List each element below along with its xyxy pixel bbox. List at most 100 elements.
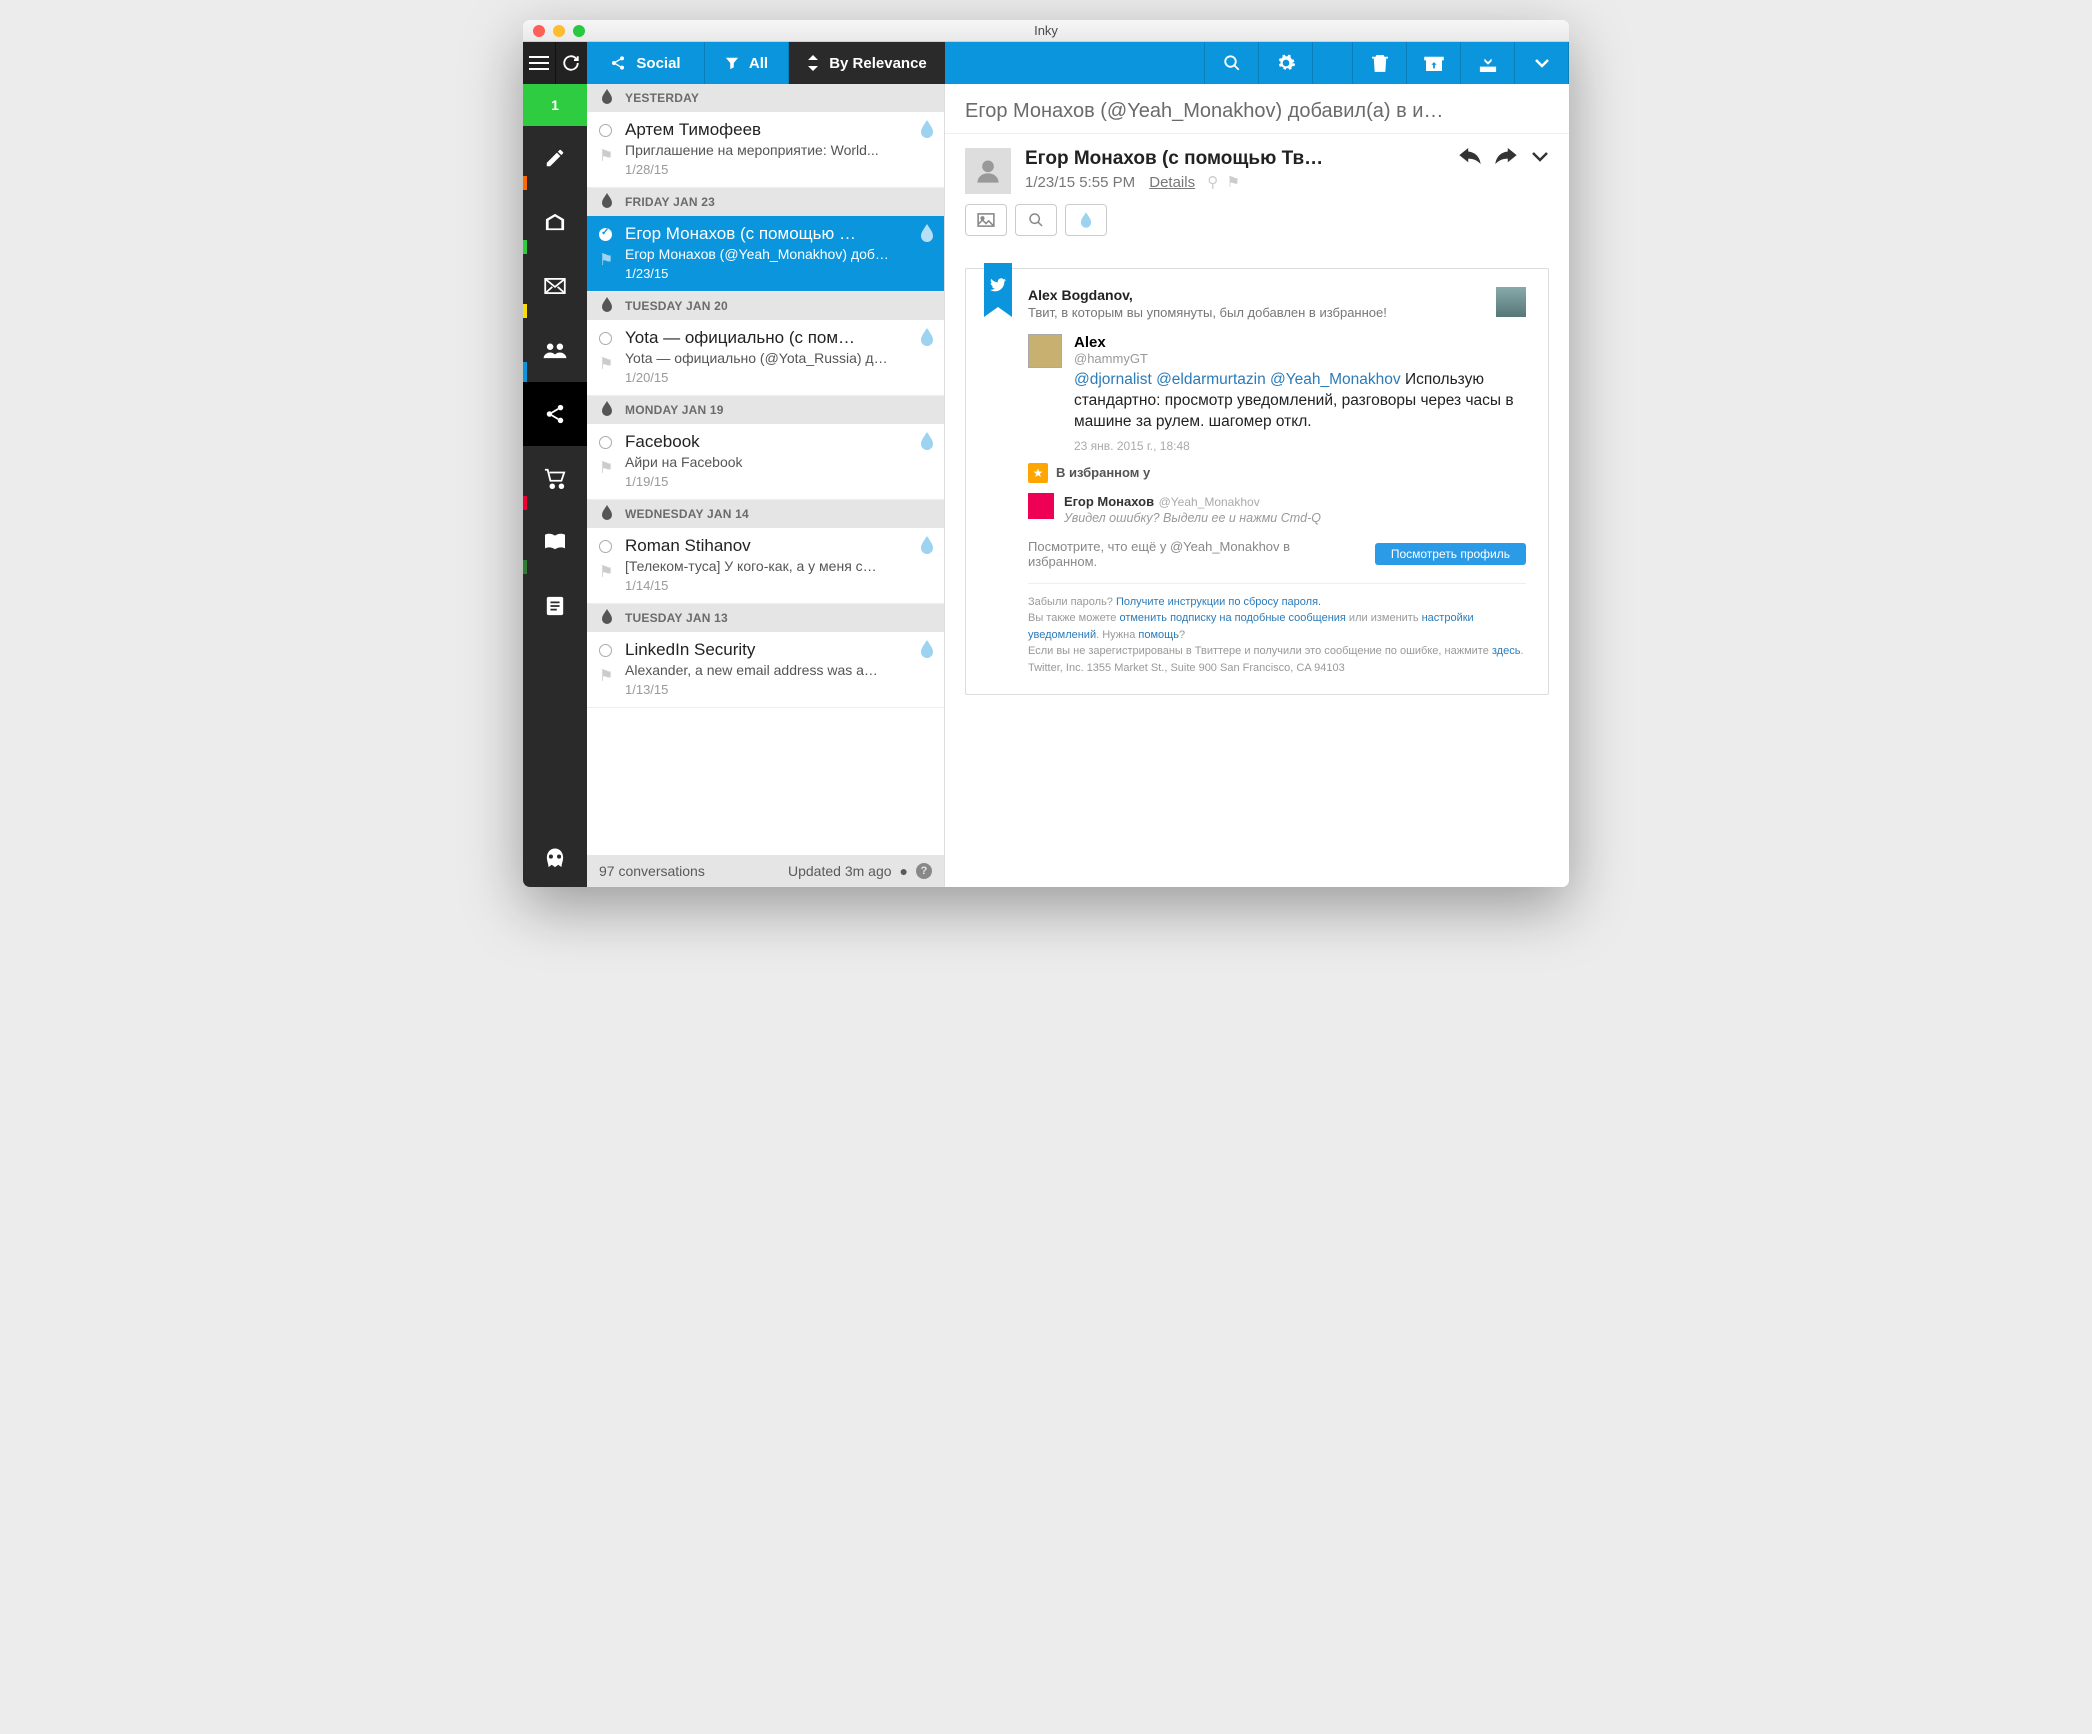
flag-icon[interactable]: ⚑ (599, 458, 613, 478)
message-subject: Yota — официально (@Yota_Russia) д… (625, 350, 932, 366)
reader-from: Егор Монахов (с помощью Тв… (1025, 148, 1445, 170)
message-date: 1/13/15 (625, 682, 932, 697)
expand-button[interactable] (1531, 151, 1549, 162)
view-profile-button[interactable]: Посмотреть профиль (1375, 543, 1526, 565)
close-window-button[interactable] (533, 25, 545, 37)
message-from: LinkedIn Security (625, 640, 932, 660)
tweet-text: @djornalist @eldarmurtazin @Yeah_Monakho… (1074, 370, 1526, 433)
select-circle[interactable] (599, 228, 612, 241)
drop-icon (920, 120, 934, 138)
category-social-button[interactable]: Social (587, 42, 705, 84)
zoom-window-button[interactable] (573, 25, 585, 37)
shopping-button[interactable] (523, 446, 587, 510)
unsubscribe-link[interactable]: отменить подписку на подобные сообщения (1119, 612, 1345, 624)
faver-handle: @Yeah_Monakhov (1159, 495, 1260, 509)
flag-icon[interactable]: ⚑ (1226, 174, 1239, 191)
reply-button[interactable] (1459, 148, 1481, 164)
download-button[interactable] (1461, 42, 1515, 84)
refresh-button[interactable] (555, 42, 588, 84)
reader-subject: Егор Монахов (@Yeah_Monakhov) добавил(а)… (945, 84, 1569, 134)
message-subject: Егор Монахов (@Yeah_Monakhov) доб… (625, 246, 932, 262)
last-updated: Updated 3m ago (788, 863, 892, 879)
message-from: Егор Монахов (с помощью … (625, 224, 932, 244)
compose-button[interactable] (523, 126, 587, 190)
select-circle[interactable] (599, 124, 612, 137)
flag-icon[interactable]: ⚑ (599, 354, 613, 374)
message-date: 1/19/15 (625, 474, 932, 489)
not-my-account-link[interactable]: здесь (1492, 645, 1521, 657)
message-item[interactable]: ⚑ LinkedIn Security Alexander, a new email… (587, 632, 944, 708)
sidebar-rail: 1 (523, 42, 587, 887)
message-subject: Айри на Facebook (625, 454, 932, 470)
reader-pane: Егор Монахов (@Yeah_Monakhov) добавил(а)… (945, 84, 1569, 887)
mail-button[interactable] (523, 254, 587, 318)
relevance-button[interactable] (1065, 204, 1107, 236)
message-from: Артем Тимофеев (625, 120, 932, 140)
flag-icon[interactable]: ⚑ (599, 146, 613, 166)
favorited-by-label: В избранном у (1056, 465, 1150, 480)
images-toggle-button[interactable] (965, 204, 1007, 236)
help-icon[interactable]: ? (916, 863, 932, 879)
list-date-header: FRIDAY JAN 23 (587, 188, 944, 216)
reading-button[interactable] (523, 510, 587, 574)
select-circle[interactable] (599, 644, 612, 657)
message-item[interactable]: ⚑ Артем Тимофеев Приглашение на мероприяти… (587, 112, 944, 188)
pin-icon[interactable]: ⚲ (1207, 174, 1218, 191)
message-list: YESTERDAY ⚑ Артем Тимофеев Приглашение на м… (587, 84, 945, 887)
forward-button[interactable] (1495, 148, 1517, 164)
minimize-window-button[interactable] (553, 25, 565, 37)
list-date-header: YESTERDAY (587, 84, 944, 112)
sender-avatar (965, 148, 1011, 194)
flag-icon[interactable]: ⚑ (599, 666, 613, 686)
more-button[interactable] (1515, 42, 1569, 84)
message-from: Roman Stihanov (625, 536, 932, 556)
titlebar: Inky (523, 20, 1569, 42)
inbox-button[interactable] (523, 190, 587, 254)
select-circle[interactable] (599, 540, 612, 553)
drop-icon (920, 640, 934, 658)
inky-logo-button[interactable] (523, 831, 587, 887)
card-avatar (1496, 287, 1526, 317)
message-subject: Alexander, a new email address was a… (625, 662, 932, 678)
app-window: Inky 1 (523, 20, 1569, 887)
archive-up-button[interactable] (1407, 42, 1461, 84)
filter-all-button[interactable]: All (705, 42, 789, 84)
tweet-author: Alex (1074, 334, 1526, 351)
card-recipient: Alex Bogdanov, (1028, 287, 1387, 303)
tweet-author-avatar (1028, 334, 1062, 368)
faver-avatar (1028, 493, 1054, 519)
delete-button[interactable] (1353, 42, 1407, 84)
social-button[interactable] (523, 382, 587, 446)
drop-icon (920, 224, 934, 242)
search-button[interactable] (1205, 42, 1259, 84)
message-date: 1/28/15 (625, 162, 932, 177)
contacts-button[interactable] (523, 318, 587, 382)
message-item[interactable]: ⚑Yota — официально (с пом…Yota — официал… (587, 320, 944, 396)
menu-button[interactable] (523, 42, 555, 84)
message-item[interactable]: ⚑Roman Stihanov[Телеком-туса] У кого-как… (587, 528, 944, 604)
filter-label: All (749, 55, 768, 72)
unread-badge[interactable]: 1 (523, 84, 587, 126)
sort-button[interactable]: By Relevance (789, 42, 945, 84)
conversation-count: 97 conversations (599, 863, 705, 879)
drop-icon (920, 328, 934, 346)
select-circle[interactable] (599, 332, 612, 345)
reset-password-link[interactable]: Получите инструкции по сбросу пароля. (1116, 596, 1321, 608)
list-date-header: WEDNESDAY JAN 14 (587, 500, 944, 528)
flag-icon[interactable]: ⚑ (599, 250, 613, 270)
tweet-date: 23 янв. 2015 г., 18:48 (1074, 439, 1526, 453)
details-link[interactable]: Details (1149, 174, 1195, 191)
message-date: 1/23/15 (625, 266, 932, 281)
window-title: Inky (523, 23, 1569, 38)
star-icon: ★ (1028, 463, 1048, 483)
notes-button[interactable] (523, 574, 587, 638)
message-item[interactable]: ⚑FacebookАйри на Facebook1/19/15 (587, 424, 944, 500)
tweet-handle: @hammyGT (1074, 351, 1526, 366)
settings-button[interactable] (1259, 42, 1313, 84)
zoom-button[interactable] (1015, 204, 1057, 236)
flag-icon[interactable]: ⚑ (599, 562, 613, 582)
message-subject: Приглашение на мероприятие: World... (625, 142, 932, 158)
message-item[interactable]: ⚑ Егор Монахов (с помощью … Егор Монахов (… (587, 216, 944, 292)
select-circle[interactable] (599, 436, 612, 449)
help-link[interactable]: помощь (1138, 629, 1179, 641)
